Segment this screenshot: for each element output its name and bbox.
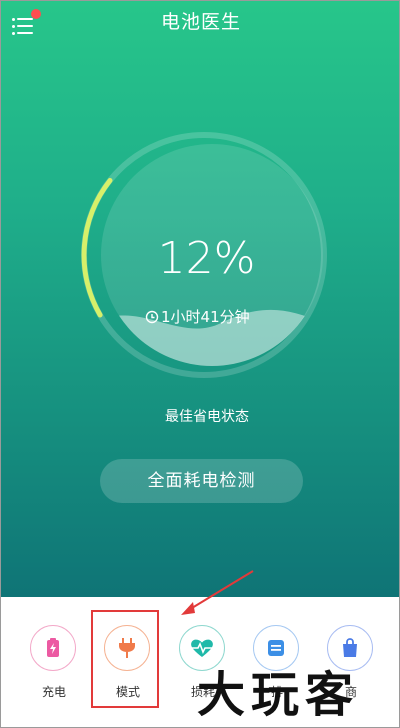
clock-icon — [145, 310, 159, 323]
tab-charging[interactable]: 充电 — [29, 625, 79, 705]
highlight-box — [91, 610, 159, 708]
charging-icon — [30, 625, 76, 671]
battery-hero-panel: 电池医生 12% 1小时41分钟 最佳省电状态 全面耗电检测 — [1, 1, 399, 597]
remaining-time-text: 1小时41分钟 — [161, 308, 250, 326]
battery-percent: 12% — [157, 233, 256, 284]
full-detect-button[interactable]: 全面耗电检测 — [100, 459, 303, 503]
watermark-logo: 大玩客 — [197, 667, 360, 723]
power-status-text: 最佳省电状态 — [165, 409, 249, 425]
battery-doctor-screen: 电池医生 12% 1小时41分钟 最佳省电状态 全面耗电检测 充电 模式 损耗 … — [0, 0, 400, 728]
tab-charging-label: 充电 — [41, 685, 66, 699]
remaining-time: 1小时41分钟 — [145, 306, 285, 327]
battery-gauge — [81, 132, 327, 378]
